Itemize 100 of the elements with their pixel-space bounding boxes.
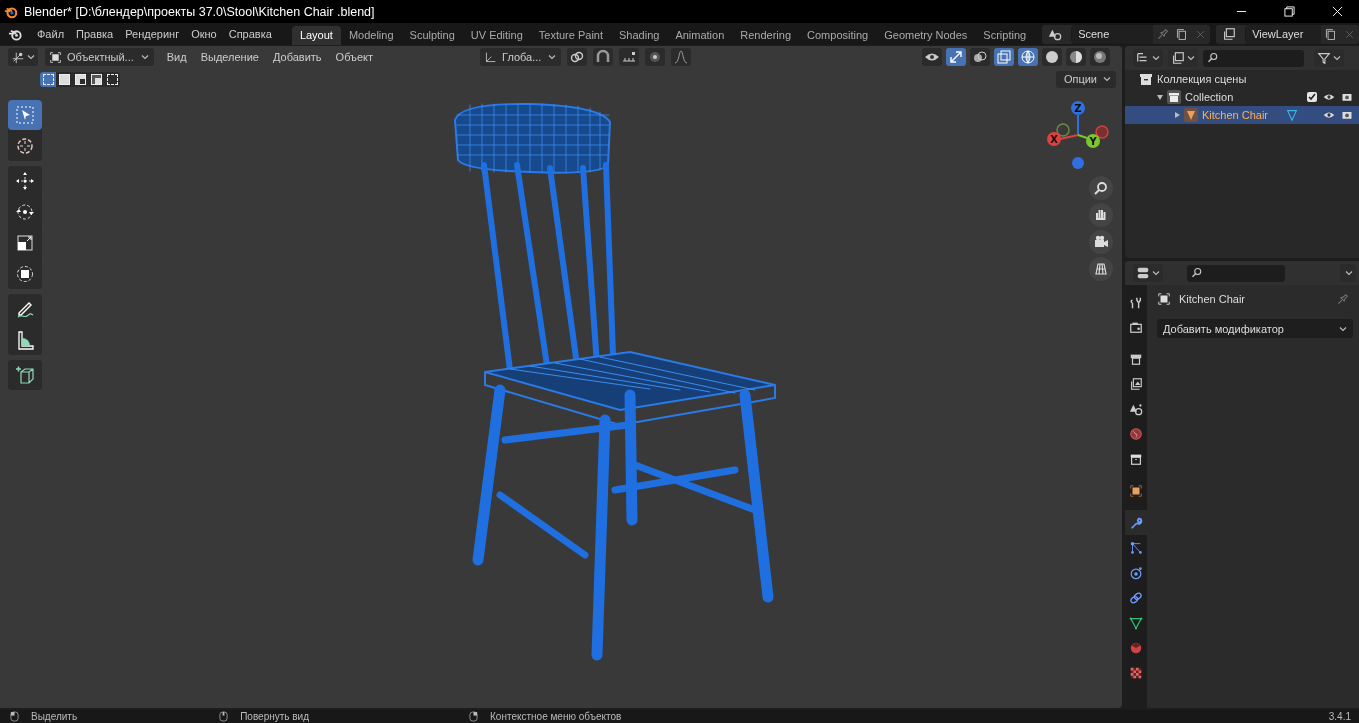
ruler-icon <box>15 330 35 350</box>
square-icon <box>1157 292 1171 306</box>
square-icon <box>1129 483 1143 498</box>
workspace-tab[interactable]: Texture Paint <box>530 26 611 45</box>
proportional-icon[interactable] <box>645 48 666 66</box>
pin-icon[interactable] <box>1336 292 1349 306</box>
outliner-label: Collection <box>1185 91 1234 103</box>
caret-icon <box>1152 269 1160 277</box>
axis-dot[interactable] <box>1072 157 1084 169</box>
hand-icon[interactable] <box>1089 203 1113 227</box>
caret-icon <box>1103 75 1111 83</box>
workspace-tab[interactable]: Animation <box>667 26 733 45</box>
eye-icon[interactable] <box>922 48 942 66</box>
outliner-row[interactable]: Коллекция сцены <box>1125 70 1359 88</box>
menu-item[interactable]: Рендеринг <box>119 28 186 40</box>
nodes-icon <box>1129 540 1143 555</box>
menu-item[interactable]: Выделение <box>193 51 266 63</box>
axis-dot[interactable] <box>1056 123 1070 137</box>
workspace-tab[interactable]: Geometry Nodes <box>876 26 976 45</box>
axis-dot[interactable] <box>1095 125 1109 139</box>
status-hint: Повернуть вид <box>240 711 310 722</box>
tool-button[interactable] <box>8 360 42 390</box>
view-layer-field[interactable]: ViewLayer <box>1246 24 1321 44</box>
selection-mode-button[interactable] <box>40 71 56 87</box>
menu-item[interactable]: Окно <box>185 28 223 40</box>
workspace-tab[interactable]: Shading <box>611 26 668 45</box>
square-icon <box>49 50 62 64</box>
axis-line <box>1059 114 1088 140</box>
menu-item[interactable]: Правка <box>70 28 120 40</box>
eye-icon[interactable] <box>1323 109 1335 121</box>
mouse-icon <box>10 711 19 722</box>
search-field[interactable] <box>1203 49 1304 67</box>
selection-mode-button[interactable] <box>56 71 72 87</box>
camera-icon[interactable] <box>1341 91 1353 103</box>
camera-icon[interactable] <box>1089 230 1113 254</box>
menu-item[interactable]: Вид <box>159 51 194 63</box>
link-icon <box>1129 590 1143 605</box>
shapes-icon <box>1129 401 1143 416</box>
axes-icon <box>11 50 25 64</box>
falloff-icon[interactable] <box>671 48 692 66</box>
caret-icon <box>1187 54 1195 62</box>
caret-icon <box>140 53 149 61</box>
wrench-icon <box>1129 515 1143 530</box>
axis-handle[interactable]: Y <box>1086 134 1100 148</box>
zoom-icon[interactable] <box>1089 176 1113 200</box>
add-modifier-dropdown[interactable]: Добавить модификатор <box>1157 319 1353 338</box>
workspace-tab[interactable]: Layout <box>291 26 341 45</box>
scene-field[interactable]: Scene <box>1072 24 1154 44</box>
outliner-row[interactable]: Collection <box>1125 88 1359 106</box>
options-dropdown[interactable]: Опции <box>1055 70 1116 88</box>
wireframe-sphere-icon[interactable] <box>1018 48 1038 66</box>
selection-mode-button[interactable] <box>104 71 120 87</box>
snap-icon[interactable] <box>619 48 640 66</box>
workspace-tab[interactable]: Sculpting <box>401 26 463 45</box>
overlay-icon[interactable] <box>970 48 990 66</box>
editor-type-button[interactable] <box>8 48 38 66</box>
selection-mode-button[interactable] <box>88 71 104 87</box>
caret-icon <box>1333 54 1341 62</box>
menu-item[interactable]: Справка <box>222 28 278 40</box>
menu-item[interactable]: Добавить <box>265 51 329 63</box>
outliner-row[interactable]: Kitchen Chair <box>1125 106 1359 124</box>
workspace-tab[interactable]: Scripting <box>975 26 1035 45</box>
restore-icon[interactable] <box>1284 6 1295 17</box>
axis-handle[interactable]: Z <box>1071 101 1085 115</box>
grid-icon[interactable] <box>1089 257 1113 281</box>
filter-view-button[interactable] <box>1168 49 1198 67</box>
mesh-triangle-icon <box>1184 108 1198 122</box>
magnet-icon[interactable] <box>593 48 614 66</box>
menu-item[interactable]: Объект <box>328 51 381 63</box>
close-icon[interactable] <box>1332 6 1343 17</box>
menu-item[interactable]: Файл <box>31 28 71 40</box>
search-field[interactable] <box>1187 264 1285 282</box>
axis-handle[interactable]: X <box>1047 132 1061 146</box>
search-icon <box>1191 267 1203 279</box>
filter-button[interactable] <box>1314 49 1344 67</box>
mode-dropdown[interactable]: Объектный... <box>45 48 154 66</box>
options-dropdown[interactable] <box>1340 264 1356 282</box>
display-mode-button[interactable] <box>1133 49 1163 67</box>
properties-tab[interactable] <box>1125 510 1147 535</box>
workspace-tab[interactable]: UV Editing <box>462 26 531 45</box>
gizmo-icon[interactable] <box>946 48 966 66</box>
checkbox[interactable] <box>1307 92 1317 102</box>
images-icon <box>1129 376 1143 391</box>
workspace-tab[interactable]: Rendering <box>732 26 800 45</box>
selection-mode-button[interactable] <box>72 71 88 87</box>
images-icon <box>1171 51 1185 65</box>
xray-icon[interactable] <box>994 48 1014 66</box>
workspace-tab[interactable]: Compositing <box>799 26 877 45</box>
editor-type-button[interactable] <box>1133 264 1163 282</box>
caret-icon <box>1345 269 1353 277</box>
mouse-icon <box>219 711 229 722</box>
scale-icon <box>15 233 35 253</box>
funnel-icon <box>1317 51 1331 65</box>
camera-icon[interactable] <box>1341 109 1353 121</box>
workspace-tab[interactable]: Modeling <box>340 26 402 45</box>
rotate-icon <box>15 202 35 222</box>
eye-icon[interactable] <box>1323 91 1335 103</box>
orientation-dropdown[interactable]: Глоба... <box>480 48 562 66</box>
mesh-data-icon[interactable] <box>1285 108 1299 122</box>
link-icon[interactable] <box>567 48 588 66</box>
